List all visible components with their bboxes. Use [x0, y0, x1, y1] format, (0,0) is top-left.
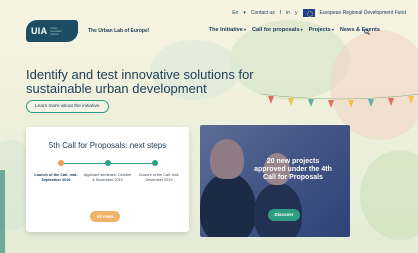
timeline: [58, 160, 158, 166]
step-launch: Launch of the Call: mid-September 2019: [34, 173, 78, 182]
eu-fund-label: European Regional Development Fund: [319, 10, 406, 16]
next-steps-card: 5th Call for Proposals: next steps Launc…: [26, 127, 189, 232]
step-closure: Closure of the Call: mid-December 2019: [138, 173, 180, 182]
logo-subtitle: Urban Innovative Actions: [50, 26, 62, 36]
all-news-button[interactable]: All news: [90, 211, 120, 222]
card-title: 5th Call for Proposals: next steps: [48, 141, 167, 150]
nav-item-news-events[interactable]: News & Events: [340, 27, 380, 33]
hero-headline: Identify and test innovative solutions f…: [26, 67, 254, 96]
twitter-icon[interactable]: y: [295, 10, 298, 16]
facebook-icon[interactable]: f: [280, 10, 281, 16]
language-selector[interactable]: En: [232, 10, 238, 16]
timeline-dot: [105, 160, 111, 166]
learn-more-button[interactable]: Learn more about the initiative: [26, 100, 109, 113]
contact-link[interactable]: Contact us: [251, 10, 275, 16]
main-nav: The Initiative Call for proposals Projec…: [209, 27, 380, 33]
linkedin-icon[interactable]: in: [286, 10, 290, 16]
timeline-steps: Launch of the Call: mid-September 2019 A…: [32, 173, 183, 183]
promo-caption: 20 new projects approved under the 4th C…: [254, 158, 332, 181]
logo-text: UIA: [31, 26, 48, 36]
projects-promo-card[interactable]: 20 new projects approved under the 4th C…: [200, 125, 350, 237]
step-seminars: Applicant seminars: October & November 2…: [83, 173, 132, 182]
side-decoration: [0, 170, 5, 253]
nav-item-projects[interactable]: Projects: [309, 27, 334, 33]
eu-flag-icon: [302, 9, 315, 17]
timeline-dot: [152, 160, 158, 166]
site-tagline: The Urban Lab of Europe!: [88, 28, 150, 34]
chevron-down-icon: ▾: [243, 10, 246, 16]
nav-item-call-for-proposals[interactable]: Call for proposals: [252, 27, 303, 33]
discover-button[interactable]: Discover: [268, 209, 300, 221]
utility-bar: En ▾ Contact us f in y European Regional…: [232, 8, 406, 18]
timeline-dot-current: [58, 160, 64, 166]
search-icon[interactable]: [364, 29, 370, 35]
nav-item-initiative[interactable]: The Initiative: [209, 27, 246, 33]
uia-logo[interactable]: UIA Urban Innovative Actions: [26, 20, 78, 42]
